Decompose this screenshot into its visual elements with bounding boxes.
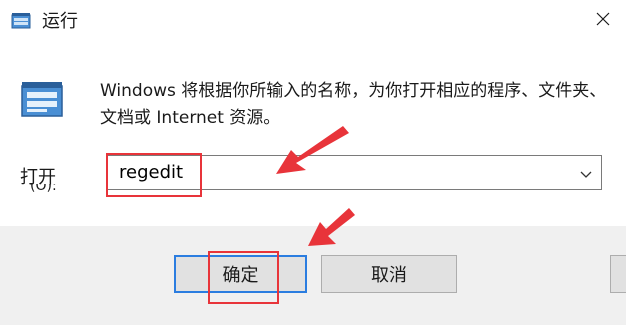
close-button[interactable] — [580, 0, 626, 40]
close-icon — [596, 11, 610, 30]
run-dialog: 运行 Windows 将根据你所输入的名称，为你打开相应的程序、文件夹、文档或 … — [0, 0, 626, 325]
open-label-accelerator: (O): — [30, 184, 57, 194]
open-combobox[interactable] — [106, 155, 602, 190]
run-app-icon — [18, 78, 66, 122]
window-title: 运行 — [42, 11, 78, 32]
title-bar[interactable]: 运行 — [0, 0, 626, 44]
button-area — [0, 226, 626, 325]
cancel-button[interactable]: 取消 — [321, 255, 457, 293]
description-text: Windows 将根据你所输入的名称，为你打开相应的程序、文件夹、文档或 Int… — [100, 81, 607, 128]
ok-button[interactable]: 确定 — [174, 255, 307, 293]
chevron-down-icon[interactable] — [579, 166, 593, 180]
browse-button[interactable] — [610, 255, 626, 293]
run-dialog-icon — [10, 10, 32, 32]
open-input[interactable] — [119, 162, 549, 183]
